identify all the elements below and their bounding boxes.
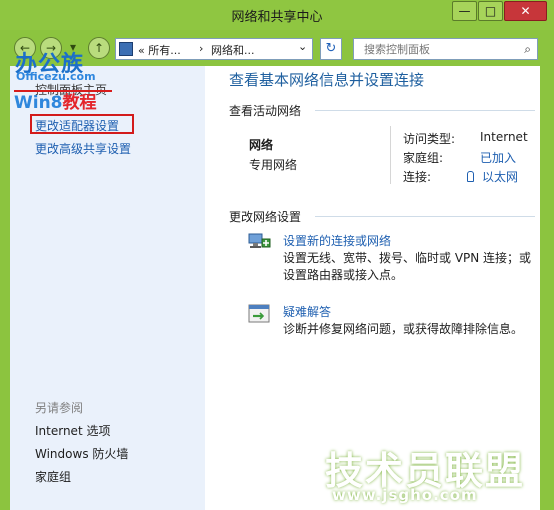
watermark-logo-win8: Win8 (14, 93, 63, 113)
ethernet-icon (467, 171, 474, 182)
section-divider (315, 216, 535, 217)
search-box[interactable]: ⌕ (353, 38, 538, 60)
control-panel-icon (119, 42, 133, 56)
access-type-label: 访问类型: (403, 132, 456, 146)
setup-new-connection-description: 设置无线、宽带、拨号、临时或 VPN 连接；或设置路由器或接入点。 (283, 251, 532, 282)
search-input[interactable] (354, 39, 514, 59)
breadcrumb-separator: › (199, 42, 204, 55)
up-button[interactable]: ↑ (88, 37, 110, 59)
close-button[interactable]: ✕ (504, 1, 547, 21)
active-networks-heading: 查看活动网络 (229, 104, 302, 118)
setup-new-connection-link[interactable]: 设置新的连接或网络 (283, 232, 391, 249)
section-divider (315, 110, 535, 111)
ethernet-connection-link[interactable]: 以太网 (467, 168, 518, 185)
watermark-logo-subtitle: Win8教程 (14, 88, 97, 113)
chevron-down-icon[interactable]: ⌄ (298, 40, 307, 53)
maximize-button[interactable]: □ (478, 1, 503, 21)
page-title: 查看基本网络信息并设置连接 (229, 71, 425, 89)
network-setup-icon (248, 233, 271, 248)
connections-label: 连接: (403, 170, 432, 184)
windows-firewall-link[interactable]: Windows 防火墙 (35, 445, 128, 462)
network-type: 专用网络 (249, 158, 298, 172)
watermark-logo-tutorial: 教程 (62, 93, 97, 113)
window-right-edge (540, 66, 554, 510)
search-icon[interactable]: ⌕ (524, 42, 531, 57)
troubleshoot-description: 诊断并修复网络问题，或获得故障排除信息。 (283, 322, 524, 336)
minimize-button[interactable]: — (452, 1, 477, 21)
breadcrumb-all-items[interactable]: « 所有... (138, 42, 181, 58)
vertical-divider (390, 126, 391, 184)
homegroup-link[interactable]: 家庭组 (35, 468, 71, 485)
ethernet-connection-label: 以太网 (482, 170, 519, 184)
breadcrumb-network-center[interactable]: 网络和... (211, 42, 255, 58)
troubleshoot-icon (248, 304, 270, 323)
title-bar: 网络和共享中心 — □ ✕ (0, 0, 554, 30)
internet-options-link[interactable]: Internet 选项 (35, 422, 110, 439)
see-also-heading: 另请参阅 (35, 401, 84, 415)
change-advanced-sharing-link[interactable]: 更改高级共享设置 (35, 140, 131, 157)
watermark-site-url: www.jsgho.com (332, 486, 478, 504)
troubleshoot-link[interactable]: 疑难解答 (283, 303, 331, 320)
app-window: 网络和共享中心 — □ ✕ ← → ▾ ↑ « 所有... › 网络和... ⌄… (0, 0, 554, 510)
change-network-settings-heading: 更改网络设置 (229, 210, 302, 224)
homegroup-joined-link[interactable]: 已加入 (480, 149, 516, 166)
network-name: 网络 (249, 138, 274, 152)
homegroup-label: 家庭组: (403, 151, 444, 165)
watermark-logo-url: Officezu.com (16, 70, 96, 83)
sidebar: 控制面板主页 办公族 Officezu.com Win8教程 更改适配器设置 更… (10, 52, 205, 510)
change-adapter-settings-link[interactable]: 更改适配器设置 (35, 117, 119, 134)
address-bar[interactable]: « 所有... › 网络和... ⌄ (115, 38, 313, 60)
access-type-value: Internet (480, 130, 528, 144)
refresh-button[interactable]: ↻ (320, 38, 342, 60)
